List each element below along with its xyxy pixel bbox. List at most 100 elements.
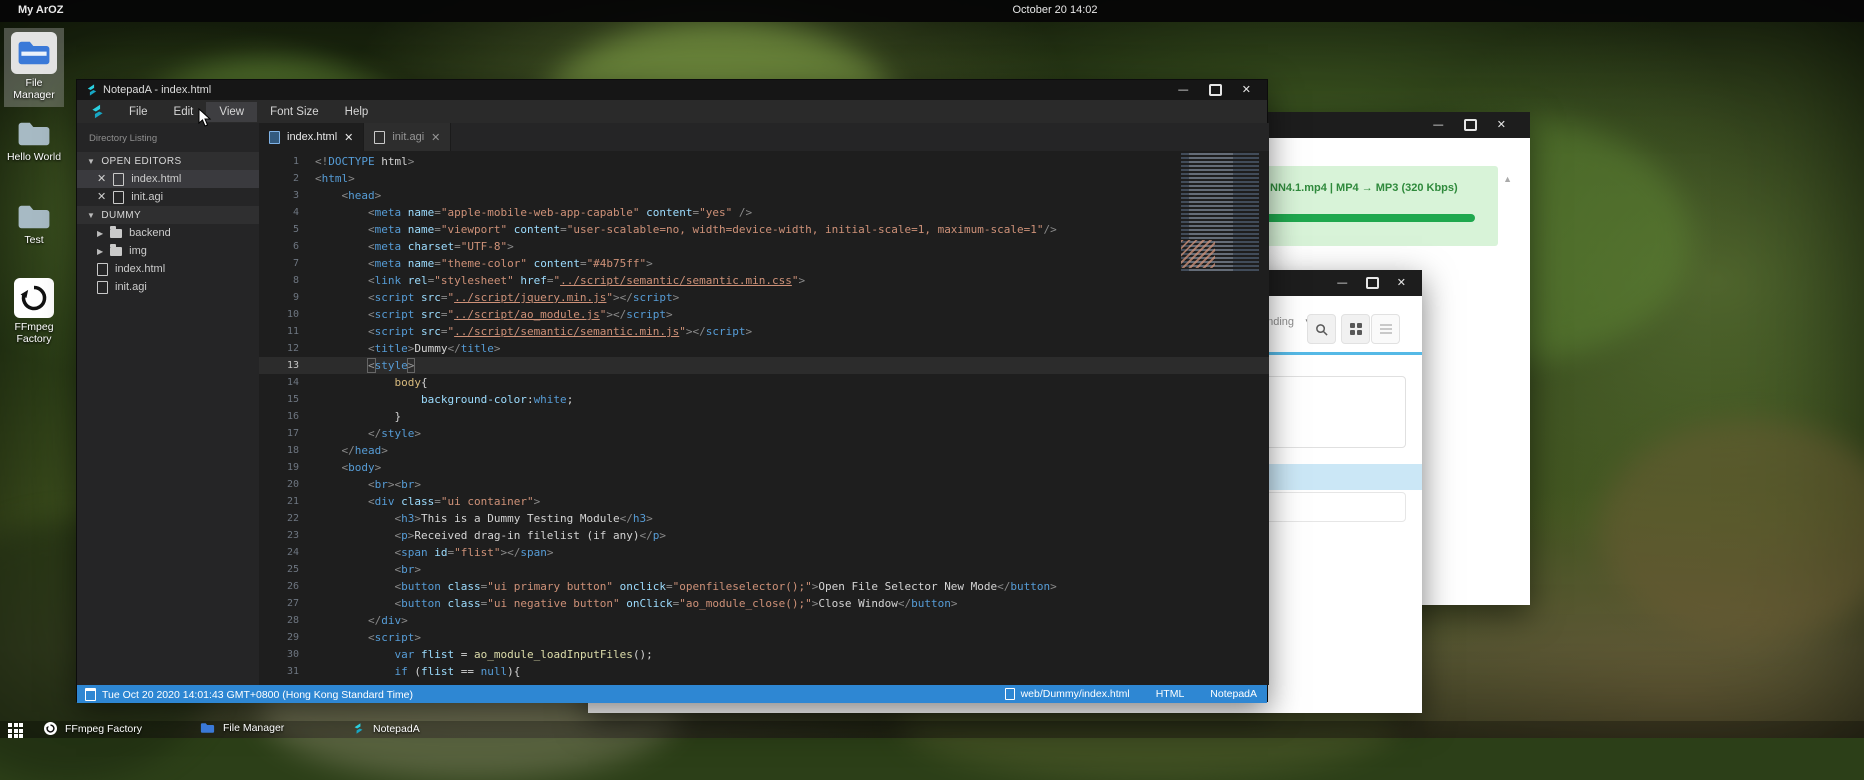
line-number: 24 bbox=[259, 544, 315, 561]
tree-section-dummy[interactable]: ▼DUMMY bbox=[77, 206, 259, 224]
code-line-21[interactable]: 21 <div class="ui container"> bbox=[259, 493, 1269, 510]
system-brand[interactable]: My ArOZ bbox=[18, 4, 63, 16]
tree-section-open-editors[interactable]: ▼OPEN EDITORS bbox=[77, 152, 259, 170]
code-line-18[interactable]: 18 </head> bbox=[259, 442, 1269, 459]
tree-item-index.html[interactable]: ✕index.html bbox=[77, 170, 259, 188]
notepada-logo-icon bbox=[352, 722, 365, 735]
list-view-button[interactable] bbox=[1371, 314, 1400, 344]
code-line-4[interactable]: 4 <meta name="apple-mobile-web-app-capab… bbox=[259, 204, 1269, 221]
code-line-19[interactable]: 19 <body> bbox=[259, 459, 1269, 476]
desktop-icon-file-manager[interactable]: File Manager bbox=[4, 28, 64, 107]
status-file-path[interactable]: web/Dummy/index.html bbox=[1005, 688, 1130, 700]
line-content: <br> bbox=[315, 561, 1269, 578]
code-line-8[interactable]: 8 <link rel="stylesheet" href="../script… bbox=[259, 272, 1269, 289]
close-icon[interactable]: ✕ bbox=[431, 131, 440, 144]
code-line-16[interactable]: 16 } bbox=[259, 408, 1269, 425]
code-line-7[interactable]: 7 <meta name="theme-color" content="#4b7… bbox=[259, 255, 1269, 272]
maximize-icon[interactable] bbox=[1464, 119, 1477, 131]
taskbar-item-notepada[interactable]: NotepadA bbox=[352, 722, 420, 735]
taskbar-item-label: File Manager bbox=[223, 722, 284, 734]
code-line-15[interactable]: 15 background-color:white; bbox=[259, 391, 1269, 408]
code-line-25[interactable]: 25 <br> bbox=[259, 561, 1269, 578]
chevron-right-icon[interactable]: ▶ bbox=[97, 229, 103, 238]
minimize-icon[interactable]: — bbox=[1433, 120, 1444, 130]
desktop-icon-hello-world[interactable]: Hello World bbox=[4, 120, 64, 163]
code-line-29[interactable]: 29 <script> bbox=[259, 629, 1269, 646]
ffmpeg-factory-icon bbox=[14, 278, 54, 318]
code-line-22[interactable]: 22 <h3>This is a Dummy Testing Module</h… bbox=[259, 510, 1269, 527]
chevron-right-icon[interactable]: ▶ bbox=[97, 247, 103, 256]
code-line-30[interactable]: 30 var flist = ao_module_loadInputFiles(… bbox=[259, 646, 1269, 663]
code-line-10[interactable]: 10 <script src="../script/ao_module.js">… bbox=[259, 306, 1269, 323]
system-clock[interactable]: October 20 14:02 bbox=[970, 4, 1140, 16]
code-line-31[interactable]: 31 if (flist == null){ bbox=[259, 663, 1269, 680]
scrollbar-up-icon[interactable]: ▲ bbox=[1503, 174, 1512, 184]
tab-init.agi[interactable]: init.agi✕ bbox=[364, 123, 451, 151]
close-icon[interactable]: ✕ bbox=[1242, 85, 1251, 95]
tree-item-init.agi[interactable]: ✕init.agi bbox=[77, 188, 259, 206]
minimap[interactable] bbox=[1181, 153, 1259, 271]
tab-index.html[interactable]: index.html✕ bbox=[259, 123, 364, 151]
maximize-icon[interactable] bbox=[1366, 277, 1379, 289]
folder-icon bbox=[110, 247, 122, 256]
close-icon[interactable]: ✕ bbox=[97, 192, 106, 202]
code-line-12[interactable]: 12 <title>Dummy</title> bbox=[259, 340, 1269, 357]
menu-item-file[interactable]: File bbox=[116, 102, 161, 122]
line-number: 3 bbox=[259, 187, 315, 204]
menu-item-help[interactable]: Help bbox=[332, 102, 382, 122]
code-line-26[interactable]: 26 <button class="ui primary button" onc… bbox=[259, 578, 1269, 595]
menu-item-view[interactable]: View bbox=[206, 102, 257, 122]
code-line-9[interactable]: 9 <script src="../script/jquery.min.js">… bbox=[259, 289, 1269, 306]
app-launcher-grid-icon[interactable] bbox=[8, 723, 23, 738]
close-icon[interactable]: ✕ bbox=[1497, 120, 1506, 130]
code-line-5[interactable]: 5 <meta name="viewport" content="user-sc… bbox=[259, 221, 1269, 238]
close-icon[interactable]: ✕ bbox=[344, 131, 353, 144]
desktop-icon-ffmpeg-factory[interactable]: FFmpeg Factory bbox=[4, 278, 64, 345]
close-icon[interactable]: ✕ bbox=[1397, 278, 1406, 288]
taskbar-item-file-manager[interactable]: File Manager bbox=[200, 722, 284, 734]
tree-item-backend[interactable]: ▶backend bbox=[77, 224, 259, 242]
menu-item-edit[interactable]: Edit bbox=[161, 102, 207, 122]
notepada-titlebar[interactable]: NotepadA - index.html — ✕ bbox=[77, 80, 1267, 100]
code-line-17[interactable]: 17 </style> bbox=[259, 425, 1269, 442]
code-line-6[interactable]: 6 <meta charset="UTF-8"> bbox=[259, 238, 1269, 255]
status-language[interactable]: HTML bbox=[1156, 688, 1185, 700]
tree-item-index.html[interactable]: index.html bbox=[77, 260, 259, 278]
line-number: 1 bbox=[259, 153, 315, 170]
line-content: <meta name="apple-mobile-web-app-capable… bbox=[315, 204, 1269, 221]
notepada-logo-icon bbox=[85, 83, 99, 97]
menu-item-font-size[interactable]: Font Size bbox=[257, 102, 332, 122]
code-line-23[interactable]: 23 <p>Received drag-in filelist (if any)… bbox=[259, 527, 1269, 544]
code-line-24[interactable]: 24 <span id="flist"></span> bbox=[259, 544, 1269, 561]
line-number: 10 bbox=[259, 306, 315, 323]
taskbar-item-ffmpeg-factory[interactable]: FFmpeg Factory bbox=[44, 722, 142, 735]
grid-icon bbox=[1350, 323, 1362, 335]
code-line-28[interactable]: 28 </div> bbox=[259, 612, 1269, 629]
desktop-icon-label: FFmpeg Factory bbox=[4, 321, 64, 345]
maximize-icon[interactable] bbox=[1209, 84, 1222, 96]
desktop-icon-label: Test bbox=[4, 234, 64, 246]
code-line-20[interactable]: 20 <br><br> bbox=[259, 476, 1269, 493]
code-line-3[interactable]: 3 <head> bbox=[259, 187, 1269, 204]
code-line-2[interactable]: 2<html> bbox=[259, 170, 1269, 187]
line-content: <meta name="viewport" content="user-scal… bbox=[315, 221, 1269, 238]
tree-item-img[interactable]: ▶img bbox=[77, 242, 259, 260]
code-line-27[interactable]: 27 <button class="ui negative button" on… bbox=[259, 595, 1269, 612]
tree-item-init.agi[interactable]: init.agi bbox=[77, 278, 259, 296]
grid-view-button[interactable] bbox=[1341, 314, 1370, 344]
desktop-icon-test[interactable]: Test bbox=[4, 203, 64, 246]
code-editor[interactable]: 1<!DOCTYPE html>2<html>3 <head>4 <meta n… bbox=[259, 151, 1269, 685]
code-line-11[interactable]: 11 <script src="../script/semantic/seman… bbox=[259, 323, 1269, 340]
line-number: 13 bbox=[259, 357, 315, 374]
close-icon[interactable]: ✕ bbox=[97, 174, 106, 184]
search-button[interactable] bbox=[1307, 314, 1336, 344]
file-icon bbox=[113, 191, 124, 204]
code-line-1[interactable]: 1<!DOCTYPE html> bbox=[259, 153, 1269, 170]
code-line-13[interactable]: 13 <style> bbox=[259, 357, 1269, 374]
minimize-icon[interactable]: — bbox=[1178, 85, 1189, 95]
code-line-14[interactable]: 14 body{ bbox=[259, 374, 1269, 391]
line-content: <head> bbox=[315, 187, 1269, 204]
line-number: 5 bbox=[259, 221, 315, 238]
minimize-icon[interactable]: — bbox=[1337, 278, 1348, 288]
line-number: 29 bbox=[259, 629, 315, 646]
